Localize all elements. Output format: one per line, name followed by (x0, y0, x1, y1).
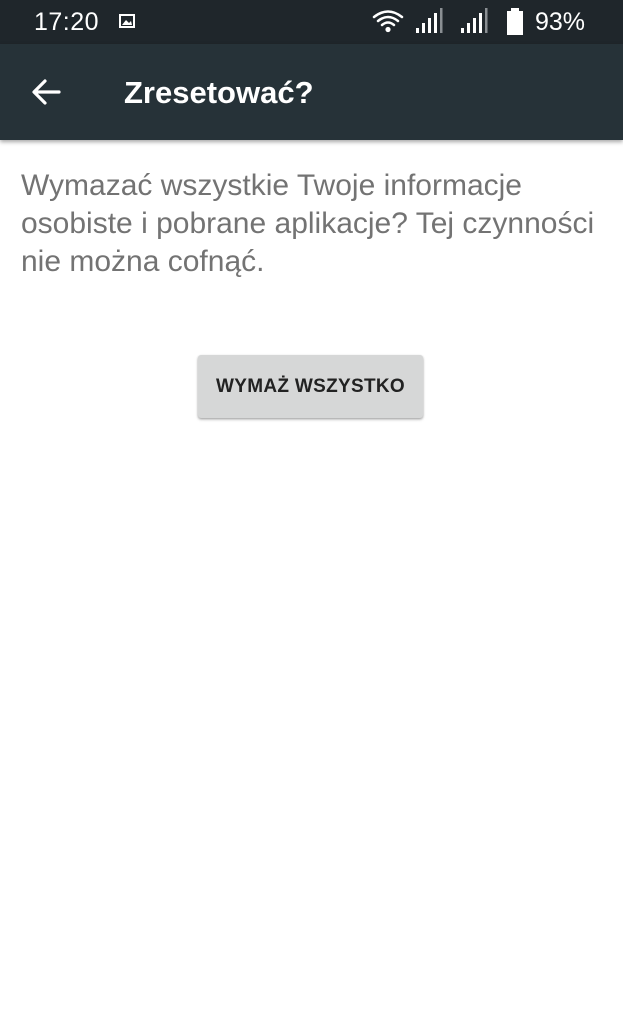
back-button[interactable] (22, 70, 70, 118)
page-title: Zresetować? (124, 75, 314, 110)
erase-all-button-label: WYMAŻ WSZYSTKO (216, 375, 405, 397)
arrow-back-icon (31, 78, 61, 110)
signal-icon (415, 8, 443, 34)
app-bar: Zresetować? (0, 44, 623, 140)
erase-all-button[interactable]: WYMAŻ WSZYSTKO (198, 355, 423, 418)
status-bar: 17:20 93% (0, 0, 623, 44)
wifi-icon (372, 9, 404, 33)
battery-percent: 93% (535, 8, 586, 36)
battery-icon (506, 8, 524, 36)
status-time: 17:20 (34, 8, 100, 36)
gallery-icon (119, 14, 135, 28)
signal-icon (460, 8, 488, 34)
reset-warning-message: Wymazać wszystkie Twoje informacje osobi… (21, 169, 595, 278)
